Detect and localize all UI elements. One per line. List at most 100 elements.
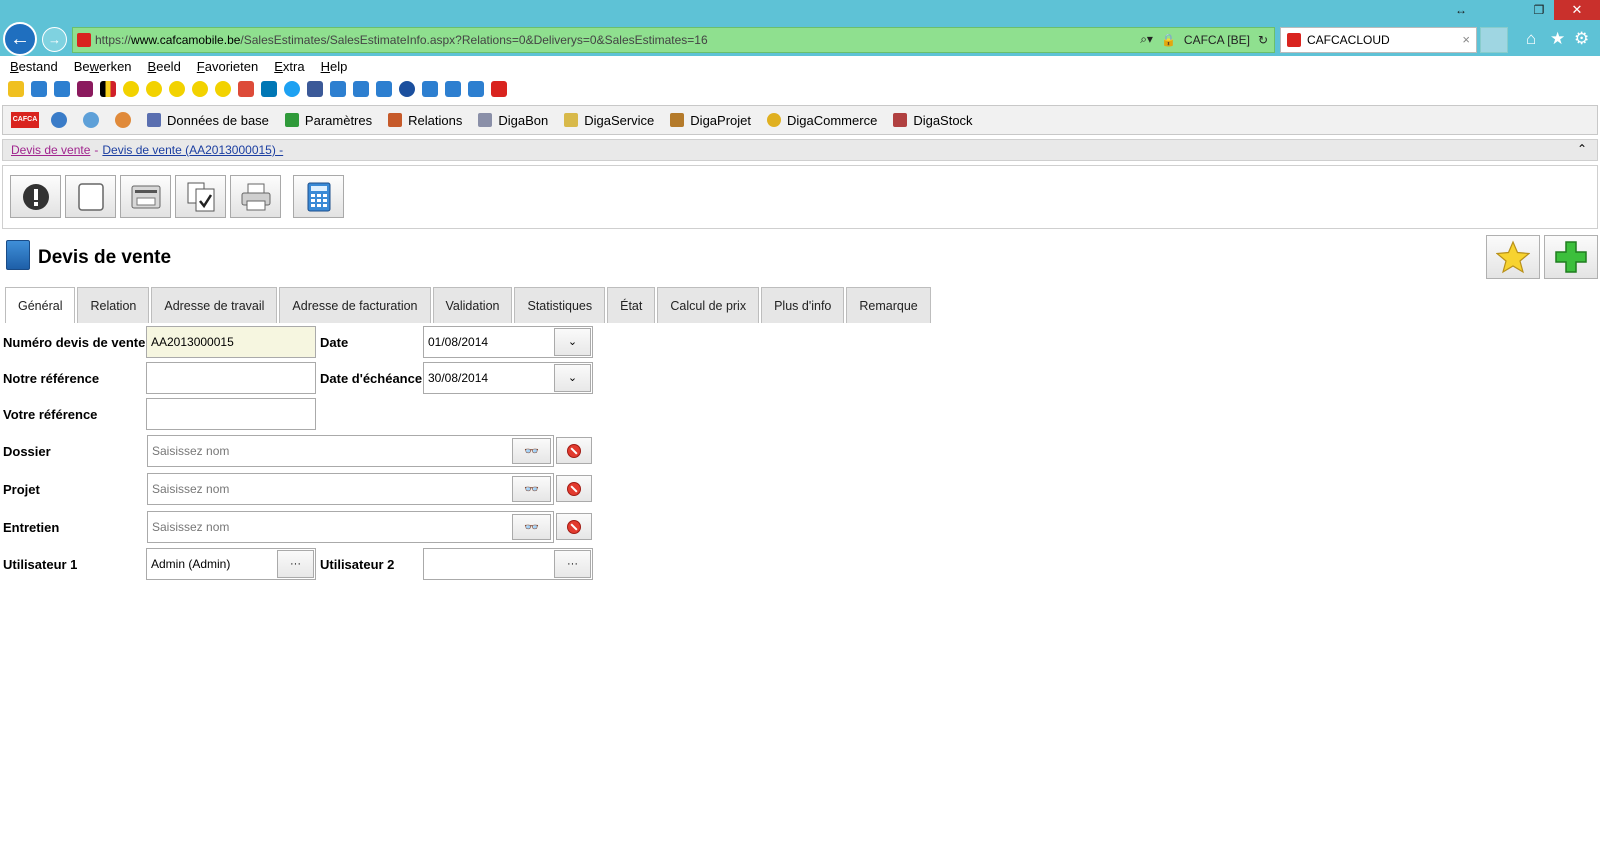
page-title: Devis de vente: [38, 247, 172, 268]
menu-digaservice[interactable]: DigaService: [564, 113, 654, 128]
twitter-icon[interactable]: [284, 81, 300, 97]
back-arrow-icon[interactable]: ←: [3, 22, 37, 56]
projet-clear-button[interactable]: [556, 475, 592, 502]
ie-favorite-icon[interactable]: [330, 81, 346, 97]
new-tab-button[interactable]: [1480, 27, 1508, 53]
menu-parametres[interactable]: Paramètres: [284, 113, 372, 128]
ie-favorite-icon[interactable]: [422, 81, 438, 97]
menu-help[interactable]: Help: [321, 59, 348, 74]
calculator-button[interactable]: [293, 175, 344, 218]
binoculars-search-icon[interactable]: 👓: [512, 438, 551, 464]
h-favorite-icon[interactable]: [77, 81, 93, 97]
menu-bestand[interactable]: Bestand: [10, 59, 58, 74]
ie-favorite-icon[interactable]: [468, 81, 484, 97]
binoculars-search-icon[interactable]: 👓: [512, 514, 551, 540]
refresh-icon[interactable]: [83, 112, 99, 128]
menu-digacommerce[interactable]: DigaCommerce: [767, 113, 877, 128]
address-bar[interactable]: https://www.cafcamobile.be/SalesEstimate…: [72, 27, 1275, 53]
forward-arrow-icon[interactable]: →: [42, 27, 67, 52]
menu-digabon[interactable]: DigaBon: [478, 113, 548, 128]
new-button[interactable]: [65, 175, 116, 218]
date-field[interactable]: 01/08/2014 ⌄: [423, 326, 593, 358]
yellow-favorite-icon[interactable]: [146, 81, 162, 97]
binoculars-search-icon[interactable]: 👓: [512, 476, 551, 502]
tab-etat[interactable]: État: [607, 287, 656, 323]
favorite-button[interactable]: [1486, 235, 1540, 279]
home-icon[interactable]: ⌂: [1526, 29, 1536, 49]
tab-close-icon[interactable]: ×: [1462, 32, 1470, 47]
tab-relation[interactable]: Relation: [77, 287, 150, 323]
yellow-favorite-icon[interactable]: [192, 81, 208, 97]
collapse-icon[interactable]: ⌃: [1577, 142, 1587, 156]
print-button[interactable]: [230, 175, 281, 218]
resize-arrows-icon[interactable]: ↔: [1446, 0, 1476, 20]
yellow-favorite-icon[interactable]: [215, 81, 231, 97]
ie-favorite-icon[interactable]: [31, 81, 47, 97]
tab-adresse-de-travail[interactable]: Adresse de travail: [151, 287, 278, 323]
settings-gear-icon[interactable]: ⚙: [1574, 29, 1589, 49]
yellow-favorite-icon[interactable]: [169, 81, 185, 97]
numero-field[interactable]: AA2013000015: [146, 326, 316, 358]
restore-button[interactable]: ❐: [1524, 0, 1554, 20]
menu-extra[interactable]: Extra: [274, 59, 304, 74]
facebook-icon[interactable]: [307, 81, 323, 97]
globe-icon[interactable]: [399, 81, 415, 97]
user-icon[interactable]: [115, 112, 131, 128]
entretien-clear-button[interactable]: [556, 513, 592, 540]
google-plus-icon[interactable]: [238, 81, 254, 97]
menu-beeld[interactable]: Beeld: [148, 59, 181, 74]
globe-icon[interactable]: [51, 112, 67, 128]
ie-favorite-icon[interactable]: [445, 81, 461, 97]
dossier-clear-button[interactable]: [556, 437, 592, 464]
dossier-input[interactable]: Saisissez nom 👓: [147, 435, 554, 467]
notre-reference-field[interactable]: [146, 362, 316, 394]
close-window-button[interactable]: ✕: [1554, 0, 1600, 20]
ie-favorite-icon[interactable]: [54, 81, 70, 97]
tab-calcul-de-prix[interactable]: Calcul de prix: [657, 287, 760, 323]
ie-favorite-icon[interactable]: [353, 81, 369, 97]
ie-favorite-icon[interactable]: [376, 81, 392, 97]
tab-validation[interactable]: Validation: [432, 287, 513, 323]
menu-digaprojet[interactable]: DigaProjet: [670, 113, 751, 128]
utilisateur-2-browse-button[interactable]: ···: [554, 550, 591, 578]
tab-general[interactable]: Général: [5, 287, 76, 323]
tab-adresse-de-facturation[interactable]: Adresse de facturation: [279, 287, 431, 323]
save-button[interactable]: [120, 175, 171, 218]
tab-statistiques[interactable]: Statistiques: [514, 287, 606, 323]
votre-reference-field[interactable]: [146, 398, 316, 430]
cafca-favorite-icon[interactable]: [491, 81, 507, 97]
search-icon[interactable]: ⌕▾: [1140, 32, 1153, 47]
date-echeance-dropdown-button[interactable]: ⌄: [554, 364, 591, 392]
tab-plus-d-info[interactable]: Plus d'info: [761, 287, 845, 323]
projet-input[interactable]: Saisissez nom 👓: [147, 473, 554, 505]
validate-button[interactable]: [175, 175, 226, 218]
breadcrumb-link-devis-detail[interactable]: Devis de vente (AA2013000015) -: [102, 143, 283, 157]
belgium-flag-icon[interactable]: [100, 81, 116, 97]
entretien-input[interactable]: Saisissez nom 👓: [147, 511, 554, 543]
cafca-logo[interactable]: CAFCA: [11, 112, 39, 128]
browser-tab[interactable]: CAFCACLOUD ×: [1280, 27, 1477, 53]
utilisateur-1-field[interactable]: Admin (Admin) ···: [146, 548, 316, 580]
utilisateur-2-label: Utilisateur 2: [320, 557, 395, 572]
yellow-favorite-icon[interactable]: [123, 81, 139, 97]
add-favorite-icon[interactable]: [8, 81, 24, 97]
menu-digastock[interactable]: DigaStock: [893, 113, 973, 128]
date-echeance-field[interactable]: 30/08/2014 ⌄: [423, 362, 593, 394]
lock-icon[interactable]: 🔒: [1161, 33, 1176, 47]
linkedin-icon[interactable]: [261, 81, 277, 97]
tab-remarque[interactable]: Remarque: [846, 287, 931, 323]
refresh-icon[interactable]: ↻: [1258, 33, 1268, 47]
menu-favorieten[interactable]: Favorieten: [197, 59, 258, 74]
add-button[interactable]: [1544, 235, 1598, 279]
utilisateur-2-field[interactable]: ···: [423, 548, 593, 580]
favorites-star-icon[interactable]: ★: [1550, 29, 1565, 49]
menu-donnees-de-base[interactable]: Données de base: [147, 113, 269, 128]
certificate-name[interactable]: CAFCA [BE]: [1184, 33, 1250, 47]
info-button[interactable]: [10, 175, 61, 218]
utilisateur-1-browse-button[interactable]: ···: [277, 550, 314, 578]
date-dropdown-button[interactable]: ⌄: [554, 328, 591, 356]
chevron-down-icon: ⌄: [567, 336, 578, 348]
breadcrumb-link-devis[interactable]: Devis de vente: [11, 143, 90, 157]
menu-relations[interactable]: Relations: [388, 113, 462, 128]
menu-bewerken[interactable]: Bewerken: [74, 59, 132, 74]
